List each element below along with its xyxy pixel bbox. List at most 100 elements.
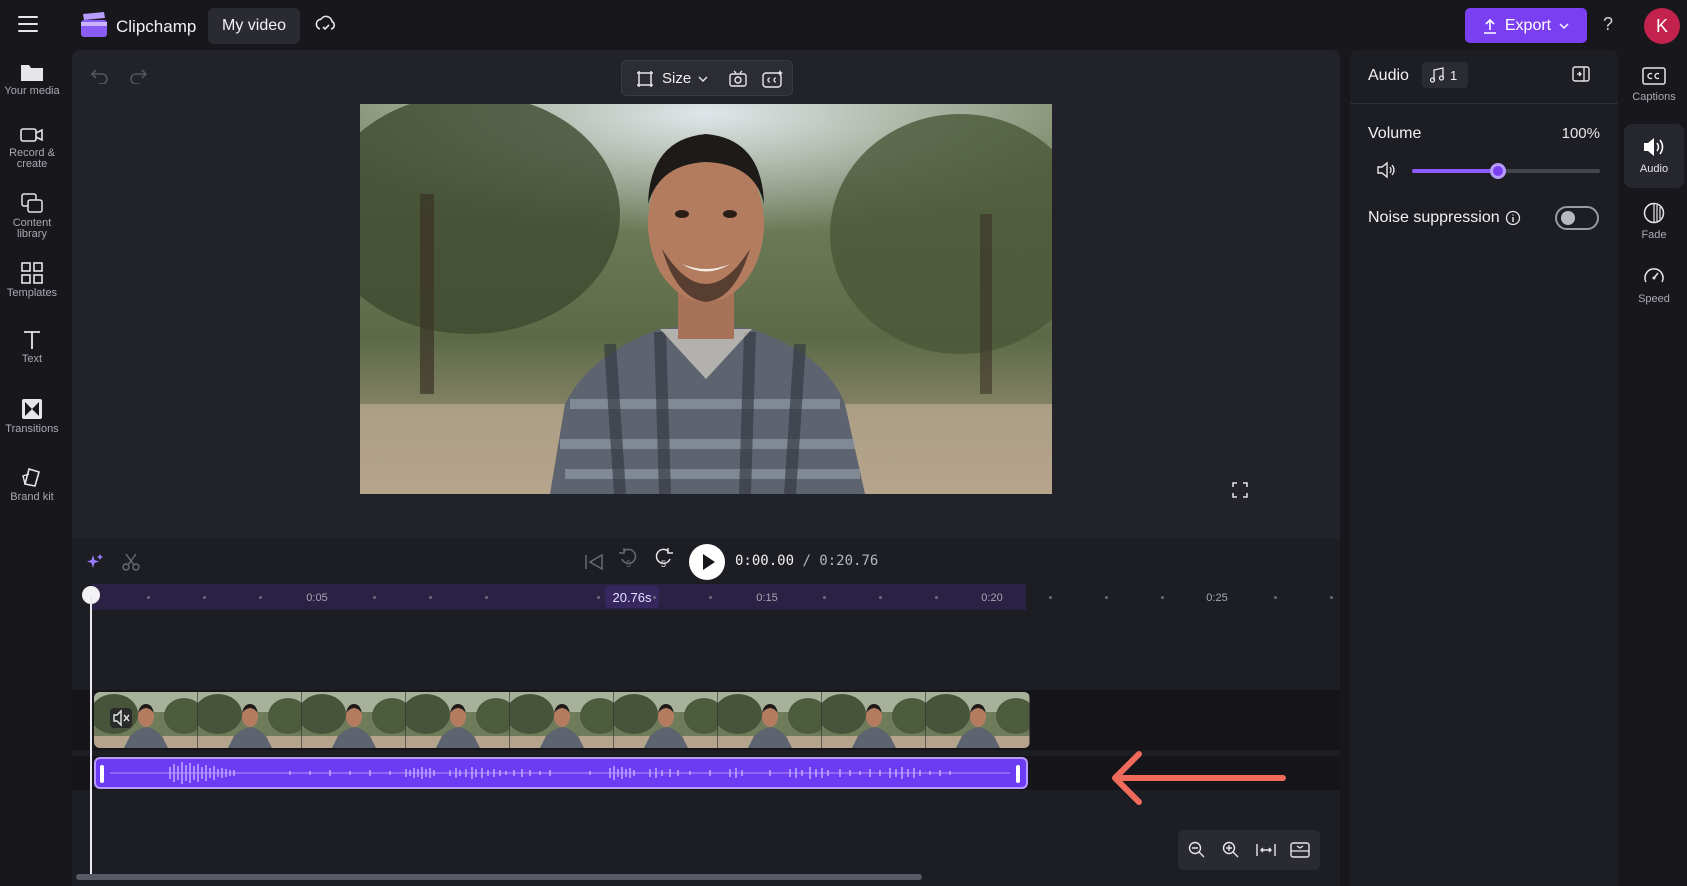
zoom-out-icon[interactable] <box>1188 841 1206 859</box>
audio-waveform <box>110 762 1010 784</box>
speaker-muted-icon <box>113 709 130 727</box>
tick-dot <box>147 596 150 599</box>
audio-track-badge: 1 <box>1422 62 1468 88</box>
preview-toolbar: Size <box>621 60 793 96</box>
rail-item-brand-kit[interactable]: Brand kit <box>0 466 64 503</box>
rail-label: Templates <box>6 287 58 299</box>
rail-item-your-media[interactable]: Your media <box>0 62 64 97</box>
play-button[interactable] <box>689 544 725 580</box>
rail-item-templates[interactable]: Templates <box>0 262 64 299</box>
annotation-arrow-icon <box>1112 751 1286 805</box>
split-scissors-icon[interactable] <box>122 553 140 571</box>
tick-dot <box>1105 596 1108 599</box>
noise-suppression-toggle[interactable] <box>1555 206 1599 230</box>
auto-captions-icon[interactable] <box>762 69 784 89</box>
speed-icon <box>1644 268 1664 283</box>
speaker-icon[interactable] <box>1376 160 1396 180</box>
camera-icon <box>20 128 43 142</box>
tick-dot <box>1161 596 1164 599</box>
rail-label: Speed <box>1638 293 1670 305</box>
help-icon[interactable]: ? <box>1603 14 1613 35</box>
fullscreen-icon[interactable] <box>1232 482 1248 498</box>
rail-label: Your media <box>4 85 60 97</box>
tick-dot <box>653 596 656 599</box>
avatar[interactable]: K <box>1644 8 1680 44</box>
export-button[interactable]: Export <box>1465 8 1587 43</box>
clipchamp-logo-icon <box>81 12 107 37</box>
forward-seconds: 5 <box>661 559 667 569</box>
skip-to-start-icon[interactable] <box>584 553 604 571</box>
forward-5-button[interactable]: 5 <box>652 548 674 574</box>
tick-dot <box>1049 596 1052 599</box>
fade-icon <box>1643 202 1665 224</box>
mute-icon[interactable] <box>110 708 132 728</box>
playhead[interactable] <box>90 596 92 878</box>
zoom-in-icon[interactable] <box>1222 841 1240 859</box>
rail-item-transitions[interactable]: Transitions <box>0 398 64 435</box>
app-name: Clipchamp <box>116 17 197 36</box>
rail-item-content-library[interactable]: Content library <box>0 192 64 240</box>
rail-item-fade[interactable]: Fade <box>1624 198 1684 252</box>
tick-dot <box>823 596 826 599</box>
tick-dot <box>203 596 206 599</box>
tick-dot <box>1274 596 1277 599</box>
timeline-ruler[interactable]: 0:05 20.76s 0:15 0:20 0:25 <box>92 584 1340 610</box>
project-title[interactable]: My video <box>208 8 300 44</box>
rail-item-audio[interactable]: Audio <box>1624 124 1684 188</box>
tick-dot <box>597 596 600 599</box>
aspect-ratio-icon[interactable] <box>636 70 654 88</box>
video-thumbnails <box>94 692 1030 748</box>
audio-clip-left-handle[interactable] <box>100 765 104 783</box>
redo-icon[interactable] <box>130 68 148 84</box>
timecode: 0:00.00 / 0:20.76 <box>735 553 878 569</box>
tick-dot <box>879 596 882 599</box>
video-clip[interactable] <box>94 692 1030 748</box>
upload-icon <box>1483 18 1496 34</box>
rail-label: Transitions <box>5 423 59 435</box>
track-height-icon[interactable] <box>1290 841 1310 859</box>
captions-icon <box>1642 67 1666 85</box>
tick-dot <box>373 596 376 599</box>
audio-track-count: 1 <box>1450 67 1458 83</box>
properties-header: Audio 1 <box>1350 50 1618 104</box>
rail-item-text[interactable]: Text <box>0 330 64 365</box>
rail-label: Captions <box>1632 91 1676 103</box>
timeline-controls: 5 5 0:00.00 / 0:20.76 <box>72 538 1340 584</box>
templates-icon <box>21 262 43 284</box>
audio-icon <box>1644 138 1664 156</box>
tick-label: 0:15 <box>756 592 778 604</box>
transitions-icon <box>22 399 42 419</box>
timeline-scrollbar[interactable] <box>76 874 922 880</box>
cloud-sync-icon[interactable] <box>314 14 336 34</box>
current-time: 0:00.00 <box>735 553 795 569</box>
rail-label: Fade <box>1641 229 1667 241</box>
properties-title: Audio <box>1368 67 1409 84</box>
rail-item-speed[interactable]: Speed <box>1624 262 1684 316</box>
info-icon[interactable] <box>1505 210 1521 226</box>
undo-icon[interactable] <box>90 68 108 84</box>
noise-suppression-label: Noise suppression <box>1368 209 1500 226</box>
volume-label: Volume <box>1368 125 1422 142</box>
background-remover-icon[interactable] <box>728 69 748 89</box>
play-icon <box>703 554 715 570</box>
tick-label: 0:05 <box>306 592 328 604</box>
size-label[interactable]: Size <box>662 70 691 87</box>
audio-clip-right-handle[interactable] <box>1016 765 1020 783</box>
video-preview[interactable] <box>360 104 1052 494</box>
tick-dot <box>709 596 712 599</box>
collapse-panel-icon[interactable] <box>1572 66 1590 82</box>
tick-dot <box>429 596 432 599</box>
magic-sparkle-icon[interactable] <box>86 553 104 571</box>
toggle-knob <box>1561 211 1575 225</box>
zoom-controls <box>1178 830 1320 870</box>
rewind-5-button[interactable]: 5 <box>618 548 640 574</box>
rail-item-record-create[interactable]: Record & create <box>0 126 64 170</box>
audio-clip[interactable] <box>94 757 1028 789</box>
tick-dot <box>1330 596 1333 599</box>
folder-icon <box>21 65 43 81</box>
volume-slider-thumb[interactable] <box>1490 163 1507 179</box>
chevron-down-icon[interactable] <box>698 76 708 82</box>
rail-item-captions[interactable]: Captions <box>1624 60 1684 114</box>
menu-icon[interactable] <box>18 16 38 32</box>
fit-to-width-icon[interactable] <box>1256 842 1276 858</box>
